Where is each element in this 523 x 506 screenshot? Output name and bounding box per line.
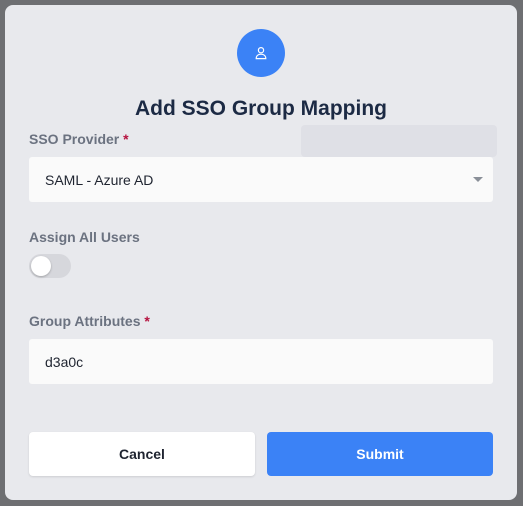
user-icon [254,46,268,60]
placeholder-block [301,125,497,157]
dialog-title: Add SSO Group Mapping [135,97,387,120]
toggle-knob [31,256,51,276]
submit-button[interactable]: Submit [267,432,493,476]
assign-all-users-toggle[interactable] [29,254,71,278]
group-attributes-input[interactable] [29,339,493,384]
assign-all-users-label: Assign All Users [29,229,140,245]
group-attributes-label: Group Attributes * [29,313,150,329]
required-marker: * [144,313,150,329]
avatar [237,29,285,77]
sso-provider-label-text: SSO Provider [29,131,120,147]
required-marker: * [123,131,129,147]
sso-provider-select[interactable]: SAML - Azure AD [29,157,493,202]
sso-provider-value: SAML - Azure AD [45,171,154,188]
add-sso-group-mapping-dialog: Add SSO Group Mapping SSO Provider * SAM… [5,5,517,500]
group-attributes-label-text: Group Attributes [29,313,141,329]
cancel-button[interactable]: Cancel [29,432,255,476]
caret-down-icon [473,177,483,182]
sso-provider-label: SSO Provider * [29,131,129,147]
